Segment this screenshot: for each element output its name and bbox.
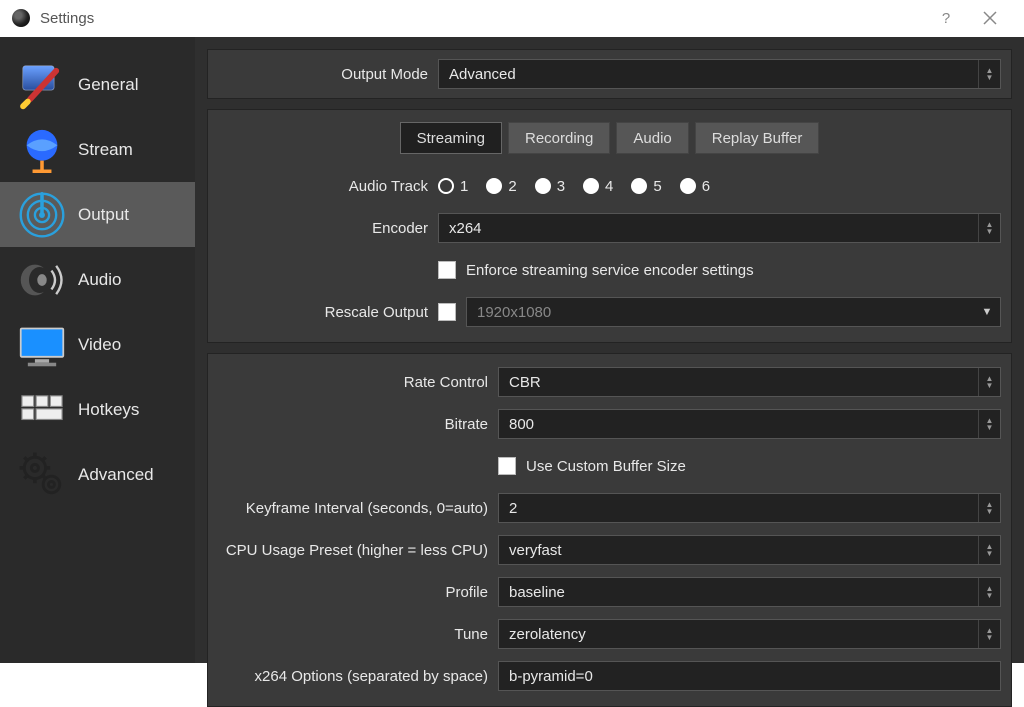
titlebar: Settings ? xyxy=(0,0,1024,36)
sidebar-item-stream[interactable]: Stream xyxy=(0,117,195,182)
tab-recording[interactable]: Recording xyxy=(508,122,610,154)
help-button[interactable]: ? xyxy=(924,0,968,36)
tune-select[interactable]: zerolatency ▲▼ xyxy=(498,619,1001,649)
enforce-checkbox[interactable] xyxy=(438,261,456,279)
encoder-label: Encoder xyxy=(218,220,438,237)
tune-label: Tune xyxy=(218,626,498,643)
sidebar-item-video[interactable]: Video xyxy=(0,312,195,377)
audio-track-3[interactable]: 3 xyxy=(535,178,565,195)
output-mode-value: Advanced xyxy=(449,66,516,83)
enforce-label: Enforce streaming service encoder settin… xyxy=(466,262,754,279)
rescale-label: Rescale Output xyxy=(218,304,438,321)
rescale-checkbox[interactable] xyxy=(438,303,456,321)
profile-select[interactable]: baseline ▲▼ xyxy=(498,577,1001,607)
audio-track-label: Audio Track xyxy=(218,178,438,195)
output-mode-panel: Output Mode Advanced ▲▼ xyxy=(207,49,1012,99)
rescale-select[interactable]: 1920x1080 ▼ xyxy=(466,297,1001,327)
x264-options-input[interactable]: b-pyramid=0 xyxy=(498,661,1001,691)
sidebar-item-label: Stream xyxy=(78,140,133,160)
keyframe-input[interactable]: 2 ▲▼ xyxy=(498,493,1001,523)
window-title: Settings xyxy=(40,10,94,27)
custom-buffer-label: Use Custom Buffer Size xyxy=(526,458,686,475)
rate-control-label: Rate Control xyxy=(218,374,498,391)
sidebar-item-audio[interactable]: Audio xyxy=(0,247,195,312)
audio-track-4[interactable]: 4 xyxy=(583,178,613,195)
audio-track-6[interactable]: 6 xyxy=(680,178,710,195)
output-icon xyxy=(16,189,68,241)
cpu-preset-select[interactable]: veryfast ▲▼ xyxy=(498,535,1001,565)
rate-control-select[interactable]: CBR ▲▼ xyxy=(498,367,1001,397)
encoder-select[interactable]: x264 ▲▼ xyxy=(438,213,1001,243)
sidebar-item-label: Hotkeys xyxy=(78,400,139,420)
audio-track-1[interactable]: 1 xyxy=(438,178,468,195)
general-icon xyxy=(16,59,68,111)
advanced-icon xyxy=(16,449,68,501)
encoder-settings-panel: Rate Control CBR ▲▼ Bitrate 800 ▲▼ xyxy=(207,353,1012,707)
audio-track-2[interactable]: 2 xyxy=(486,178,516,195)
output-mode-select[interactable]: Advanced ▲▼ xyxy=(438,59,1001,89)
bitrate-label: Bitrate xyxy=(218,416,498,433)
sidebar-item-output[interactable]: Output xyxy=(0,182,195,247)
custom-buffer-checkbox[interactable] xyxy=(498,457,516,475)
sidebar-item-hotkeys[interactable]: Hotkeys xyxy=(0,377,195,442)
video-icon xyxy=(16,319,68,371)
streaming-panel: Streaming Recording Audio Replay Buffer … xyxy=(207,109,1012,343)
audio-track-group: 1 2 3 4 5 6 xyxy=(438,178,1001,195)
sidebar-item-label: Advanced xyxy=(78,465,154,485)
stream-icon xyxy=(16,124,68,176)
sidebar-item-label: Video xyxy=(78,335,121,355)
tab-replay-buffer[interactable]: Replay Buffer xyxy=(695,122,820,154)
bitrate-input[interactable]: 800 ▲▼ xyxy=(498,409,1001,439)
chevron-down-icon: ▼ xyxy=(974,298,1000,326)
audio-track-5[interactable]: 5 xyxy=(631,178,661,195)
settings-sidebar: General Stream Output xyxy=(0,37,195,663)
keyframe-label: Keyframe Interval (seconds, 0=auto) xyxy=(218,500,498,517)
encoder-value: x264 xyxy=(449,220,482,237)
hotkeys-icon xyxy=(16,384,68,436)
output-tabs: Streaming Recording Audio Replay Buffer xyxy=(208,110,1011,154)
tab-streaming[interactable]: Streaming xyxy=(400,122,502,154)
rescale-placeholder: 1920x1080 xyxy=(477,304,551,321)
settings-main: Output Mode Advanced ▲▼ Streaming Record… xyxy=(195,37,1024,663)
cpu-preset-label: CPU Usage Preset (higher = less CPU) xyxy=(218,542,498,559)
profile-label: Profile xyxy=(218,584,498,601)
x264-options-label: x264 Options (separated by space) xyxy=(218,668,498,685)
sidebar-item-label: Audio xyxy=(78,270,121,290)
audio-icon xyxy=(16,254,68,306)
sidebar-item-advanced[interactable]: Advanced xyxy=(0,442,195,507)
obs-icon xyxy=(12,9,30,27)
sidebar-item-general[interactable]: General xyxy=(0,52,195,117)
sidebar-item-label: Output xyxy=(78,205,129,225)
output-mode-label: Output Mode xyxy=(218,66,438,83)
sidebar-item-label: General xyxy=(78,75,138,95)
close-button[interactable] xyxy=(968,0,1012,36)
tab-audio[interactable]: Audio xyxy=(616,122,688,154)
